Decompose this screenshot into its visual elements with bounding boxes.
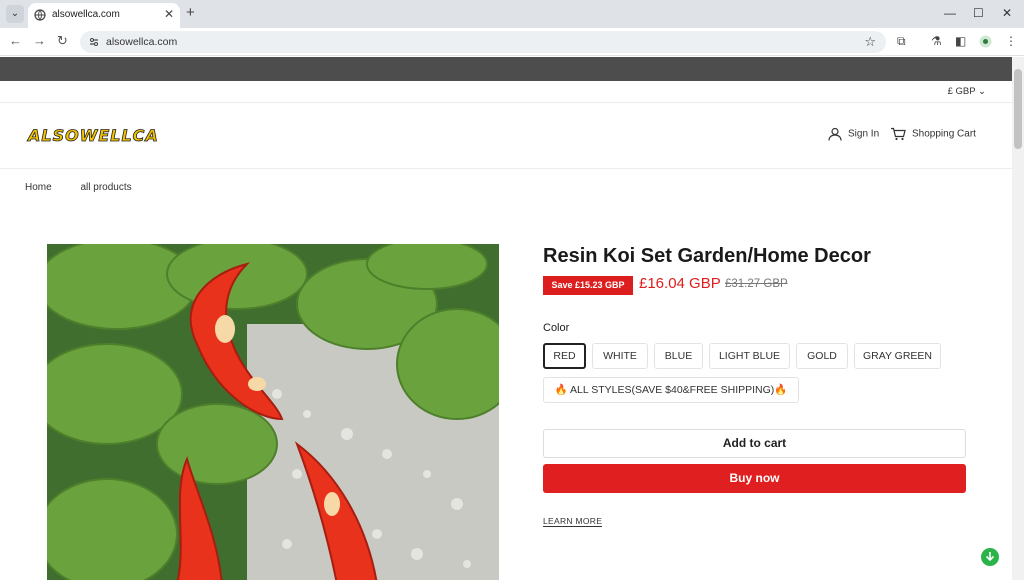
currency-label: £ GBP [947,86,976,97]
maximize-icon[interactable]: ☐ [973,6,984,20]
site-settings-icon[interactable] [88,36,100,48]
menu-icon[interactable]: ⋮ [1005,34,1017,48]
sidepanel-icon[interactable]: ◧ [955,34,966,48]
color-option-gray-green[interactable]: GRAY GREEN [854,343,941,369]
color-option-red[interactable]: RED [543,343,586,369]
color-option-blue[interactable]: BLUE [654,343,703,369]
tab-search-icon[interactable]: ⌄ [6,5,24,23]
star-icon[interactable]: ☆ [864,34,876,50]
learn-more-link[interactable]: LEARN MORE [543,516,603,527]
save-badge: Save £15.23 GBP [543,276,633,295]
color-option-white[interactable]: WHITE [592,343,648,369]
currency-bar: £ GBP ⌄ [0,81,1012,103]
currency-selector[interactable]: £ GBP ⌄ [948,86,986,97]
breadcrumb-all-products[interactable]: all products [80,182,131,193]
globe-icon [34,9,46,21]
floating-chat-badge[interactable] [981,548,999,566]
breadcrumb: Home all products [25,182,158,193]
forward-icon[interactable]: → [33,34,46,48]
site-header: ALSOWELLCA Sign In Shopping Cart [0,103,1012,169]
browser-tab[interactable]: alsowellca.com ✕ [28,3,180,28]
color-option-light-blue[interactable]: LIGHT BLUE [709,343,790,369]
sign-in-label: Sign In [848,128,880,140]
browser-toolbar: ← → ↻ alsowellca.com ☆ ⧉ ⚗ ◧ ⋮ [0,28,1024,56]
new-tab-button[interactable]: + [186,5,195,21]
cart-icon [891,127,906,141]
cart-label: Shopping Cart [912,128,976,140]
address-bar[interactable]: alsowellca.com ☆ [80,31,886,53]
leaf-icon [985,552,995,562]
add-to-cart-button[interactable]: Add to cart [543,429,966,458]
page-scrollbar[interactable] [1012,57,1024,580]
store-logo[interactable]: ALSOWELLCA [26,123,162,147]
extensions-icon[interactable]: ⧉ [897,34,906,48]
page-viewport: £ GBP ⌄ ALSOWELLCA Sign In Shopping Cart… [0,57,1012,580]
profile-icon[interactable] [979,35,992,48]
product-image[interactable] [47,244,499,580]
sale-price: £16.04 GBP [639,275,721,292]
buy-now-button[interactable]: Buy now [543,464,966,493]
scrollbar-thumb[interactable] [1014,69,1022,149]
color-option-all-styles[interactable]: 🔥 ALL STYLES(SAVE $40&FREE SHIPPING)🔥 [543,377,799,403]
user-icon [828,127,842,141]
reload-icon[interactable]: ↻ [57,34,68,48]
chevron-down-icon: ⌄ [978,86,986,97]
announcement-bar [0,57,1012,81]
color-label: Color [543,322,570,334]
compare-price: £31.27 GBP [725,278,788,290]
color-option-gold[interactable]: GOLD [796,343,848,369]
shopping-cart-link[interactable]: Shopping Cart [890,127,976,141]
close-icon[interactable]: ✕ [164,7,174,21]
lab-icon[interactable]: ⚗ [931,34,942,48]
product-title: Resin Koi Set Garden/Home Decor [543,245,871,267]
browser-tabstrip: ⌄ alsowellca.com ✕ + — ☐ ✕ [0,0,1024,28]
address-url[interactable]: alsowellca.com [106,36,177,48]
window-close-icon[interactable]: ✕ [1002,6,1012,20]
breadcrumb-home[interactable]: Home [25,182,52,193]
minimize-icon[interactable]: — [944,6,956,20]
logo-text: ALSOWELLCA [26,126,159,145]
back-icon[interactable]: ← [9,34,22,48]
tab-title: alsowellca.com [52,9,120,20]
sign-in-link[interactable]: Sign In [828,127,879,141]
